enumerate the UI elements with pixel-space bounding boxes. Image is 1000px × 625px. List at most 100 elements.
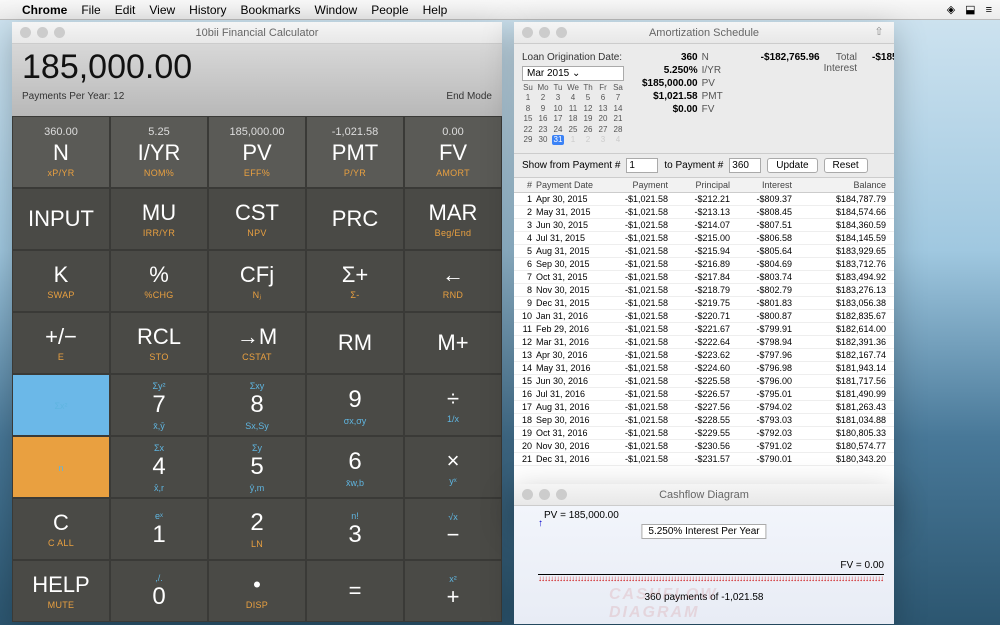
tvm-n[interactable]: 360.00NxP/YR bbox=[12, 116, 110, 188]
minimize-icon[interactable] bbox=[539, 27, 550, 38]
loan-totals: -$182,765.96Total Interest-$185,002.84To… bbox=[750, 52, 894, 145]
key-CST[interactable]: CSTNPV bbox=[208, 188, 306, 250]
key-CFj[interactable]: CFjNⱼ bbox=[208, 250, 306, 312]
close-icon[interactable] bbox=[522, 27, 533, 38]
table-row[interactable]: 8Nov 30, 2015-$1,021.58-$218.79-$802.79$… bbox=[514, 284, 894, 297]
menu-view[interactable]: View bbox=[149, 3, 175, 17]
table-row[interactable]: 13Apr 30, 2016-$1,021.58-$223.62-$797.96… bbox=[514, 349, 894, 362]
key-×[interactable]: ×yˣ bbox=[404, 436, 502, 498]
calendar[interactable]: Loan Origination Date: Mar 2015 ⌄ SuMoTu… bbox=[522, 52, 624, 145]
tvm-i/yr[interactable]: 5.25I/YRNOM% bbox=[110, 116, 208, 188]
key-0[interactable]: ,/.0 bbox=[110, 560, 208, 622]
table-row[interactable]: 6Sep 30, 2015-$1,021.58-$216.89-$804.69$… bbox=[514, 258, 894, 271]
zoom-icon[interactable] bbox=[54, 27, 65, 38]
table-row[interactable]: 21Dec 31, 2016-$1,021.58-$231.57-$790.01… bbox=[514, 453, 894, 466]
key-5[interactable]: Σy5ŷ,m bbox=[208, 436, 306, 498]
to-input[interactable] bbox=[729, 158, 761, 173]
key-→M[interactable]: →MCSTAT bbox=[208, 312, 306, 374]
tvm-pmt[interactable]: -1,021.58PMTP/YR bbox=[306, 116, 404, 188]
key-HELP[interactable]: HELPMUTE bbox=[12, 560, 110, 622]
table-row[interactable]: 1Apr 30, 2015-$1,021.58-$212.21-$809.37$… bbox=[514, 193, 894, 206]
key-PRC[interactable]: PRC bbox=[306, 188, 404, 250]
key-MAR[interactable]: MARBeg/End bbox=[404, 188, 502, 250]
key-←[interactable]: ←RND bbox=[404, 250, 502, 312]
table-row[interactable]: 18Sep 30, 2016-$1,021.58-$228.55-$793.03… bbox=[514, 414, 894, 427]
cf-fv: FV = 0.00 bbox=[840, 560, 884, 571]
table-row[interactable]: 7Oct 31, 2015-$1,021.58-$217.84-$803.74$… bbox=[514, 271, 894, 284]
table-row[interactable]: 2May 31, 2015-$1,021.58-$213.13-$808.45$… bbox=[514, 206, 894, 219]
key-+/−[interactable]: +/−E bbox=[12, 312, 110, 374]
share-icon[interactable]: ⇧ bbox=[872, 25, 886, 38]
loan-params: 360N5.250%I/YR$185,000.00PV$1,021.58PMT$… bbox=[642, 52, 732, 145]
table-row[interactable]: 10Jan 31, 2016-$1,021.58-$220.71-$800.87… bbox=[514, 310, 894, 323]
table-row[interactable]: 12Mar 31, 2016-$1,021.58-$222.64-$798.94… bbox=[514, 336, 894, 349]
amort-title: Amortization Schedule bbox=[649, 27, 759, 39]
menu-bookmarks[interactable]: Bookmarks bbox=[241, 3, 301, 17]
menu-window[interactable]: Window bbox=[315, 3, 358, 17]
key-=[interactable]: = bbox=[306, 560, 404, 622]
key-blank[interactable]: Σx² bbox=[12, 374, 110, 436]
menu-file[interactable]: File bbox=[81, 3, 100, 17]
menu-history[interactable]: History bbox=[189, 3, 226, 17]
key-−[interactable]: √x− bbox=[404, 498, 502, 560]
menu-people[interactable]: People bbox=[371, 3, 408, 17]
calc-titlebar[interactable]: 10bii Financial Calculator bbox=[12, 22, 502, 44]
key-K[interactable]: KSWAP bbox=[12, 250, 110, 312]
key-RCL[interactable]: RCLSTO bbox=[110, 312, 208, 374]
app-name[interactable]: Chrome bbox=[22, 3, 67, 17]
tvm-fv[interactable]: 0.00FVAMORT bbox=[404, 116, 502, 188]
key-9[interactable]: 9σx,σy bbox=[306, 374, 404, 436]
key-RM[interactable]: RM bbox=[306, 312, 404, 374]
notification-icon[interactable]: ◈ bbox=[947, 3, 955, 16]
table-body[interactable]: 1Apr 30, 2015-$1,021.58-$212.21-$809.37$… bbox=[514, 193, 894, 522]
dropbox-icon[interactable]: ⬓ bbox=[965, 3, 975, 16]
calendar-month-select[interactable]: Mar 2015 ⌄ bbox=[522, 66, 624, 81]
minimize-icon[interactable] bbox=[539, 489, 550, 500]
key-blank[interactable]: n bbox=[12, 436, 110, 498]
table-row[interactable]: 20Nov 30, 2016-$1,021.58-$230.56-$791.02… bbox=[514, 440, 894, 453]
amort-titlebar[interactable]: Amortization Schedule ⇧ bbox=[514, 22, 894, 44]
close-icon[interactable] bbox=[522, 489, 533, 500]
key-%[interactable]: %%CHG bbox=[110, 250, 208, 312]
mode-label: End Mode bbox=[446, 91, 492, 102]
table-row[interactable]: 15Jun 30, 2016-$1,021.58-$225.58-$796.00… bbox=[514, 375, 894, 388]
tvm-pv[interactable]: 185,000.00PVEFF% bbox=[208, 116, 306, 188]
zoom-icon[interactable] bbox=[556, 489, 567, 500]
key-C[interactable]: CC ALL bbox=[12, 498, 110, 560]
key-8[interactable]: Σxy8Sx,Sy bbox=[208, 374, 306, 436]
key-÷[interactable]: ÷1/x bbox=[404, 374, 502, 436]
key-Σ+[interactable]: Σ+Σ- bbox=[306, 250, 404, 312]
search-icon[interactable]: ≡ bbox=[986, 4, 992, 16]
key-+[interactable]: x²+ bbox=[404, 560, 502, 622]
cf-title: Cashflow Diagram bbox=[659, 489, 749, 501]
reset-button[interactable]: Reset bbox=[824, 158, 868, 173]
table-row[interactable]: 11Feb 29, 2016-$1,021.58-$221.67-$799.91… bbox=[514, 323, 894, 336]
key-M+[interactable]: M+ bbox=[404, 312, 502, 374]
menu-edit[interactable]: Edit bbox=[115, 3, 136, 17]
table-row[interactable]: 3Jun 30, 2015-$1,021.58-$214.07-$807.51$… bbox=[514, 219, 894, 232]
key-2[interactable]: 2LN bbox=[208, 498, 306, 560]
from-input[interactable] bbox=[626, 158, 658, 173]
table-row[interactable]: 5Aug 31, 2015-$1,021.58-$215.94-$805.64$… bbox=[514, 245, 894, 258]
update-button[interactable]: Update bbox=[767, 158, 817, 173]
key-3[interactable]: n!3 bbox=[306, 498, 404, 560]
table-row[interactable]: 14May 31, 2016-$1,021.58-$224.60-$796.98… bbox=[514, 362, 894, 375]
key-4[interactable]: Σx4x̂,r bbox=[110, 436, 208, 498]
zoom-icon[interactable] bbox=[556, 27, 567, 38]
minimize-icon[interactable] bbox=[37, 27, 48, 38]
close-icon[interactable] bbox=[20, 27, 31, 38]
table-row[interactable]: 19Oct 31, 2016-$1,021.58-$229.55-$792.03… bbox=[514, 427, 894, 440]
key-•[interactable]: •DISP bbox=[208, 560, 306, 622]
key-7[interactable]: Σy²7x̄,ȳ bbox=[110, 374, 208, 436]
menu-help[interactable]: Help bbox=[423, 3, 448, 17]
table-row[interactable]: 9Dec 31, 2015-$1,021.58-$219.75-$801.83$… bbox=[514, 297, 894, 310]
key-6[interactable]: 6x̄w,b bbox=[306, 436, 404, 498]
cf-pv: PV = 185,000.00 bbox=[544, 510, 619, 521]
table-row[interactable]: 4Jul 31, 2015-$1,021.58-$215.00-$806.58$… bbox=[514, 232, 894, 245]
cf-titlebar[interactable]: Cashflow Diagram bbox=[514, 484, 894, 506]
key-INPUT[interactable]: INPUT bbox=[12, 188, 110, 250]
key-MU[interactable]: MUIRR/YR bbox=[110, 188, 208, 250]
table-row[interactable]: 16Jul 31, 2016-$1,021.58-$226.57-$795.01… bbox=[514, 388, 894, 401]
key-1[interactable]: eˣ1 bbox=[110, 498, 208, 560]
table-row[interactable]: 17Aug 31, 2016-$1,021.58-$227.56-$794.02… bbox=[514, 401, 894, 414]
